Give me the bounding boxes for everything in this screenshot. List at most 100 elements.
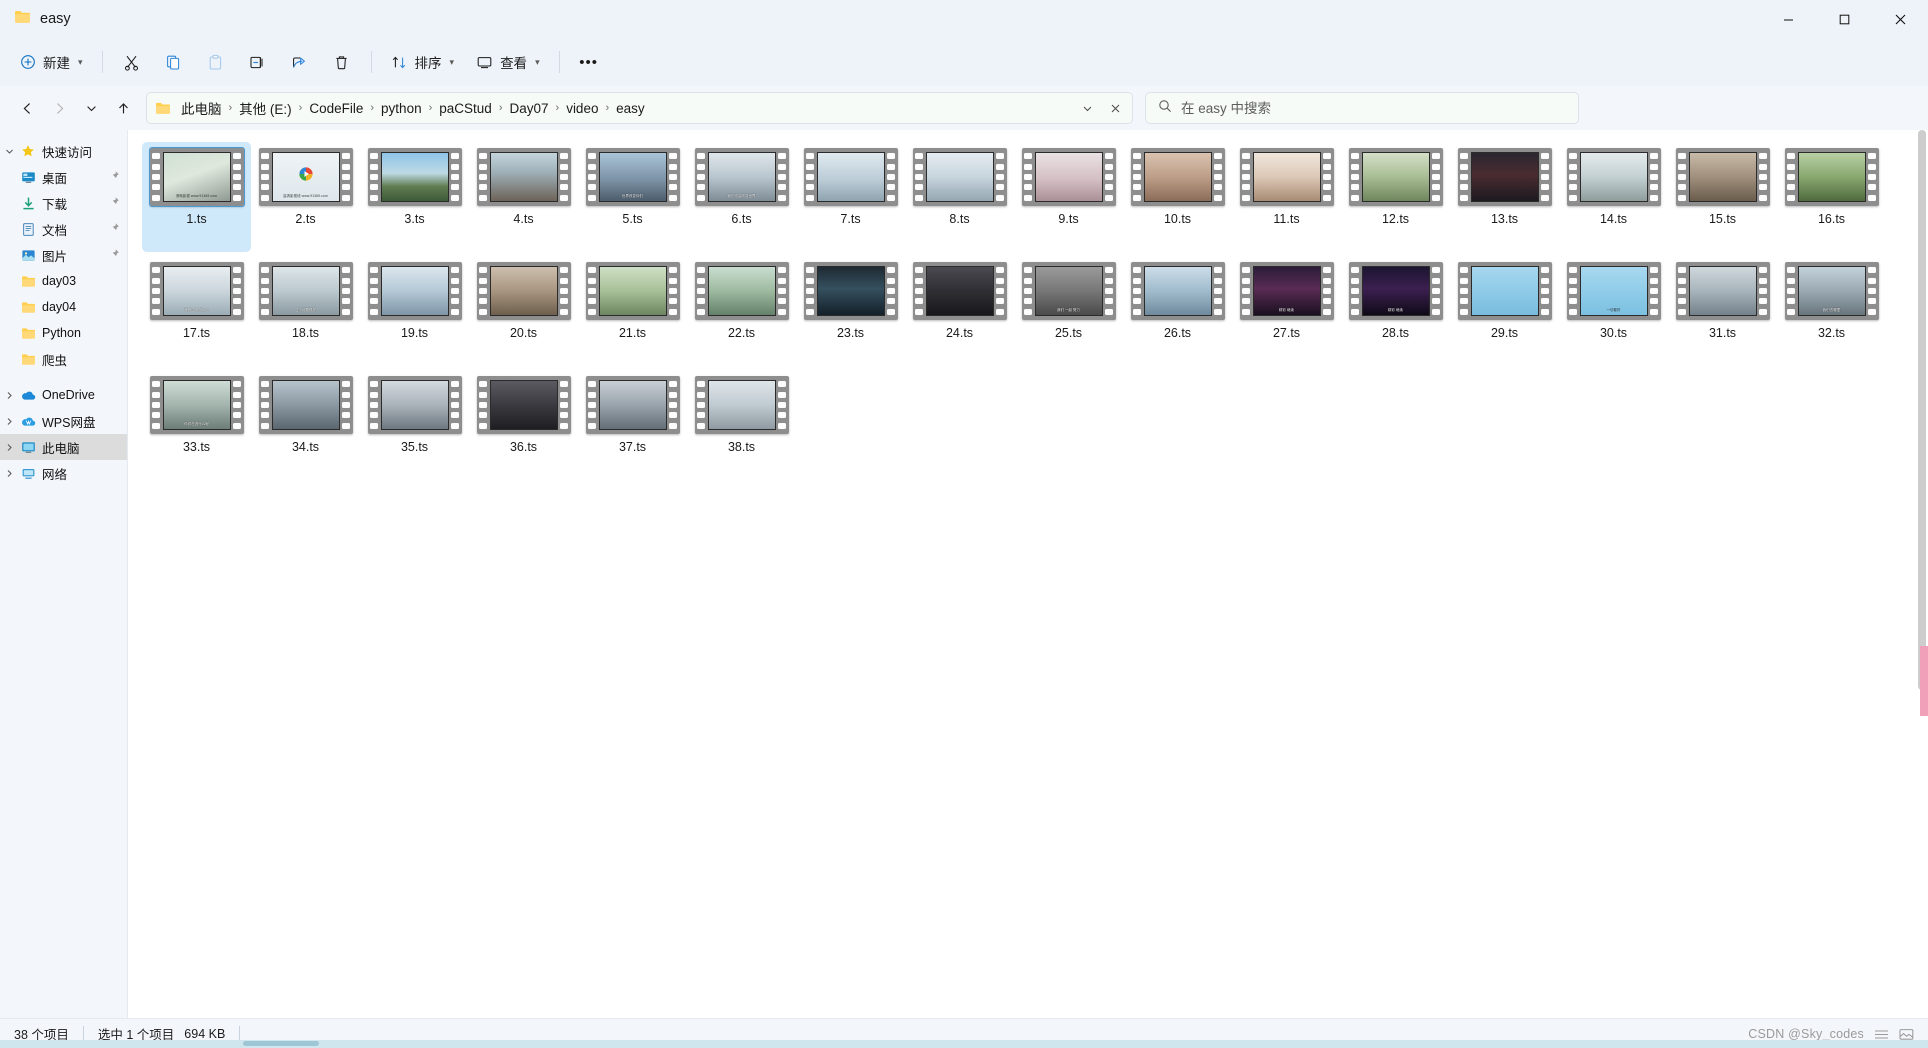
file-tile[interactable]: 31.ts — [1668, 256, 1777, 366]
file-tile[interactable]: 15.ts — [1668, 142, 1777, 252]
maximize-button[interactable] — [1816, 0, 1872, 38]
file-tile[interactable]: 清晰影视 www.91369.com 1.ts — [142, 142, 251, 252]
share-button[interactable] — [280, 45, 320, 79]
minimize-button[interactable] — [1760, 0, 1816, 38]
breadcrumb-item-5[interactable]: paCStud — [433, 98, 498, 119]
chevron-right-icon[interactable] — [0, 443, 18, 452]
thumbnail-view-icon[interactable] — [1899, 1028, 1914, 1041]
back-button[interactable] — [12, 93, 42, 123]
file-tile[interactable]: 我们 一起 努力 25.ts — [1014, 256, 1123, 366]
file-tile[interactable]: 4.ts — [469, 142, 578, 252]
file-tile[interactable]: 37.ts — [578, 370, 687, 480]
film-hole — [451, 381, 459, 388]
forward-button[interactable] — [44, 93, 74, 123]
address-bar[interactable]: 此电脑 › 其他 (E:) › CodeFile › python › paCStud › Day0… — [146, 92, 1133, 124]
file-tile[interactable]: 35.ts — [360, 370, 469, 480]
file-tile[interactable]: 19.ts — [360, 256, 469, 366]
scrollbar-thumb[interactable] — [1918, 130, 1926, 690]
file-tile[interactable]: 38.ts — [687, 370, 796, 480]
search-box[interactable] — [1145, 92, 1579, 124]
file-tile[interactable]: 一切都好 30.ts — [1559, 256, 1668, 366]
file-tile[interactable]: 你们在说什么呢 33.ts — [142, 370, 251, 480]
address-dropdown-button[interactable] — [1074, 95, 1100, 121]
breadcrumb-item-6[interactable]: Day07 — [503, 98, 554, 119]
sidebar-item-网络[interactable]: 网络 — [0, 460, 127, 486]
file-tile[interactable]: 我们也会改变世界 6.ts — [687, 142, 796, 252]
paste-button[interactable] — [196, 45, 236, 79]
file-tile[interactable]: 精彩 继续 27.ts — [1232, 256, 1341, 366]
file-tile[interactable]: 10.ts — [1123, 142, 1232, 252]
sidebar-item-WPS网盘[interactable]: WPS网盘 — [0, 408, 127, 434]
film-hole — [588, 163, 596, 170]
copy-button[interactable] — [154, 45, 194, 79]
new-button[interactable]: 新建 ▾ — [10, 45, 93, 79]
recent-locations-button[interactable] — [76, 93, 106, 123]
pin-icon[interactable] — [109, 248, 120, 262]
breadcrumb-item-7[interactable]: video — [560, 98, 604, 119]
sidebar-item-爬虫[interactable]: 爬虫 — [0, 346, 127, 372]
refresh-stop-button[interactable] — [1102, 95, 1128, 121]
sidebar-item-day03[interactable]: day03 — [0, 268, 127, 294]
breadcrumb-item-1[interactable]: 此电脑 — [175, 95, 228, 121]
breadcrumb-item-4[interactable]: python — [375, 98, 428, 119]
more-options-button[interactable]: ••• — [569, 45, 609, 79]
file-tile[interactable]: 26.ts — [1123, 256, 1232, 366]
file-tile[interactable]: 23.ts — [796, 256, 905, 366]
file-tile[interactable]: 7.ts — [796, 142, 905, 252]
file-tile[interactable]: 9.ts — [1014, 142, 1123, 252]
file-tile[interactable]: 16.ts — [1777, 142, 1886, 252]
file-tile[interactable]: 36.ts — [469, 370, 578, 480]
up-button[interactable] — [108, 93, 138, 123]
chevron-right-icon[interactable] — [0, 417, 18, 426]
file-tile[interactable]: 高清影视线 www.91369.com 2.ts — [251, 142, 360, 252]
delete-button[interactable] — [322, 45, 362, 79]
sidebar-item-下载[interactable]: 下载 — [0, 190, 127, 216]
breadcrumb-item-2[interactable]: 其他 (E:) — [233, 95, 298, 121]
file-tile[interactable]: 11.ts — [1232, 142, 1341, 252]
sidebar-item-quick-access[interactable]: 快速访问 — [0, 138, 127, 164]
sidebar-item-day04[interactable]: day04 — [0, 294, 127, 320]
close-button[interactable] — [1872, 0, 1928, 38]
chevron-down-icon[interactable] — [0, 147, 18, 156]
chevron-right-icon[interactable] — [0, 391, 18, 400]
sidebar-item-图片[interactable]: 图片 — [0, 242, 127, 268]
pin-icon[interactable] — [109, 222, 120, 236]
file-tile[interactable]: 8.ts — [905, 142, 1014, 252]
search-input[interactable] — [1181, 100, 1566, 116]
rename-button[interactable] — [238, 45, 278, 79]
file-tile[interactable]: 21.ts — [578, 256, 687, 366]
file-tile[interactable]: 13.ts — [1450, 142, 1559, 252]
file-tile[interactable]: 29.ts — [1450, 256, 1559, 366]
video-frame — [707, 266, 776, 316]
film-hole — [342, 163, 350, 170]
breadcrumb-item-8[interactable]: easy — [610, 98, 651, 119]
file-tile[interactable]: 20.ts — [469, 256, 578, 366]
taskbar-item[interactable] — [243, 1041, 319, 1046]
cut-button[interactable] — [112, 45, 152, 79]
sidebar-item-文档[interactable]: 文档 — [0, 216, 127, 242]
file-tile[interactable]: 世界改变你们 5.ts — [578, 142, 687, 252]
file-tile[interactable]: 22.ts — [687, 256, 796, 366]
sidebar-item-OneDrive[interactable]: OneDrive — [0, 382, 127, 408]
details-view-icon[interactable] — [1874, 1028, 1889, 1041]
file-tile[interactable]: 24.ts — [905, 256, 1014, 366]
file-list-view[interactable]: 清晰影视 www.91369.com 1.ts 高清影视线 www.91369.… — [128, 130, 1928, 1018]
pin-icon[interactable] — [109, 196, 120, 210]
file-tile[interactable]: 3.ts — [360, 142, 469, 252]
file-tile[interactable]: 12.ts — [1341, 142, 1450, 252]
file-tile[interactable]: 34.ts — [251, 370, 360, 480]
chevron-right-icon[interactable] — [0, 469, 18, 478]
view-button[interactable]: 查看 ▾ — [466, 45, 550, 79]
file-tile[interactable]: 我们应该怎么办 17.ts — [142, 256, 251, 366]
pin-icon[interactable] — [109, 170, 120, 184]
sort-button[interactable]: 排序 ▾ — [381, 45, 465, 79]
file-tile[interactable]: 这个问题很好 18.ts — [251, 256, 360, 366]
sidebar-item-桌面[interactable]: 桌面 — [0, 164, 127, 190]
content-scrollbar[interactable] — [1914, 130, 1928, 1018]
file-tile[interactable]: 精彩 继续 28.ts — [1341, 256, 1450, 366]
file-tile[interactable]: 14.ts — [1559, 142, 1668, 252]
file-tile[interactable]: 我们去哪里 32.ts — [1777, 256, 1886, 366]
sidebar-item-此电脑[interactable]: 此电脑 — [0, 434, 127, 460]
sidebar-item-Python[interactable]: Python — [0, 320, 127, 346]
breadcrumb-item-3[interactable]: CodeFile — [303, 98, 369, 119]
